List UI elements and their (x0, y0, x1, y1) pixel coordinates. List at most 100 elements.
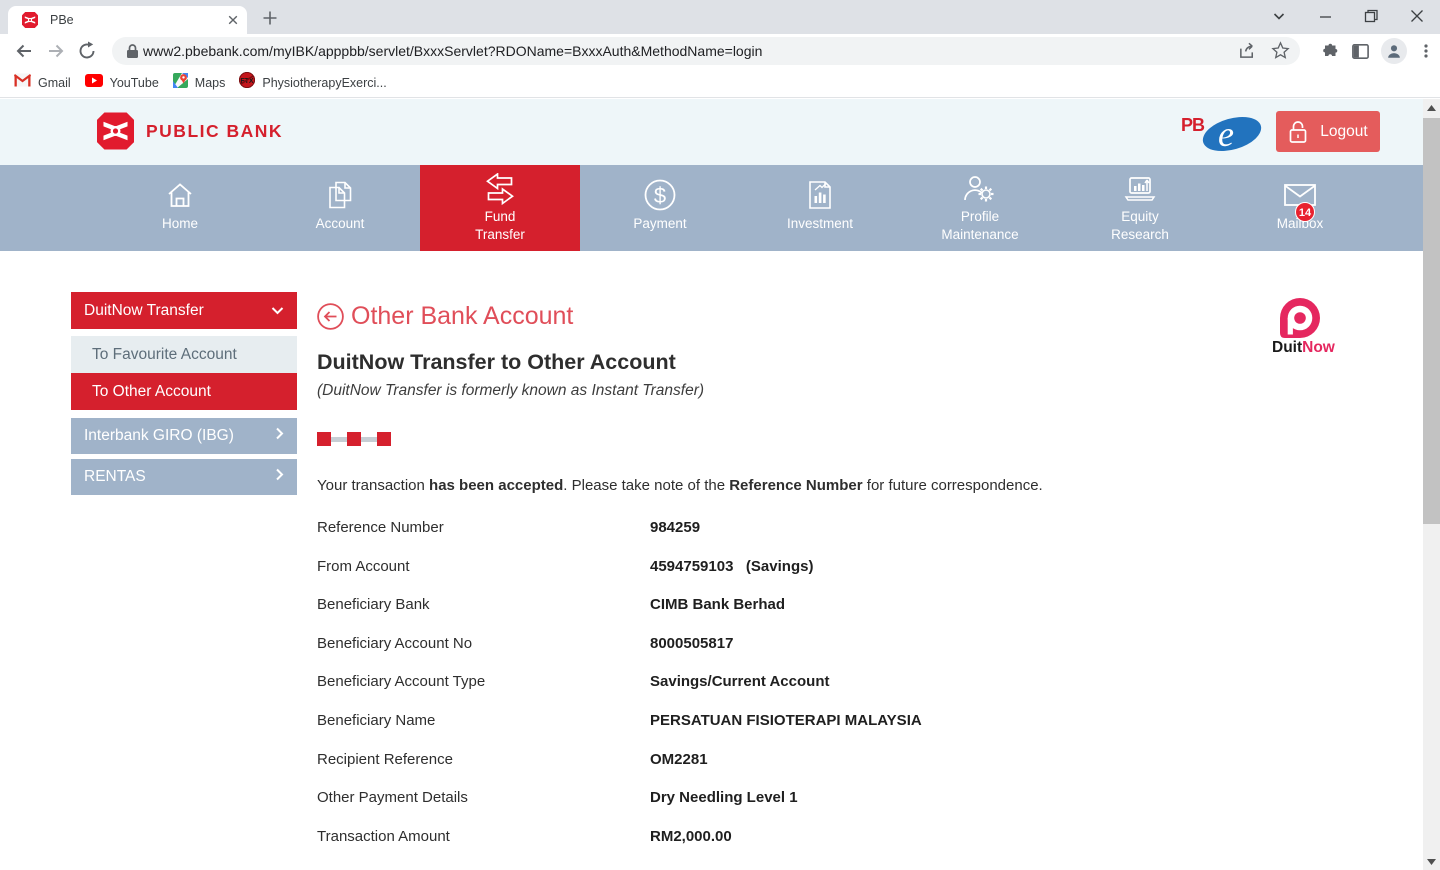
nav-item-fund-transfer[interactable]: FundTransfer (420, 165, 580, 251)
scrollbar-up-arrow[interactable] (1423, 99, 1440, 116)
status-message-segment: . Please take note of the (563, 477, 729, 494)
svg-text:$: $ (654, 183, 666, 208)
bookmark-star-icon[interactable] (1271, 41, 1290, 60)
detail-row-beneficiary-account-type: Beneficiary Account TypeSavings/Current … (317, 662, 1117, 701)
progress-step-1 (317, 432, 331, 446)
bookmark-item-physiotherapyexerci[interactable]: FTX PhysiotherapyExerci... (239, 72, 386, 93)
status-message-segment: Your transaction (317, 477, 429, 494)
maps-icon (173, 73, 188, 93)
nav-item-home[interactable]: Home (100, 165, 260, 251)
detail-value: CIMB Bank Berhad (650, 596, 785, 613)
main-navigation: Home Account FundTransfer $Payment Investmen… (0, 165, 1423, 251)
browser-tab[interactable]: PBe (8, 6, 247, 34)
window-restore-button[interactable] (1348, 0, 1394, 32)
sidebar-item-label: DuitNow Transfer (84, 302, 204, 320)
detail-row-beneficiary-name: Beneficiary NamePERSATUAN FISIOTERAPI MA… (317, 701, 1117, 740)
section-heading: DuitNow Transfer to Other Account (317, 350, 676, 375)
detail-label: Transaction Amount (317, 828, 450, 845)
progress-connector (361, 437, 377, 442)
share-icon[interactable] (1238, 41, 1257, 60)
url-text[interactable]: www2.pbebank.com/myIBK/apppbb/servlet/Bx… (143, 43, 762, 59)
nav-item-label: Investment (787, 215, 853, 233)
profile-avatar[interactable] (1381, 38, 1407, 64)
detail-label: From Account (317, 558, 410, 575)
pbe-logo: PB e (1181, 109, 1263, 153)
nav-item-mailbox[interactable]: Mailbox14 (1220, 165, 1380, 251)
nav-item-label: EquityResearch (1111, 208, 1169, 244)
sidebar-item-interbank-giro-ibg-[interactable]: Interbank GIRO (IBG) (71, 418, 297, 454)
mailbox-badge: 14 (1295, 202, 1315, 222)
lock-icon (1288, 120, 1308, 144)
reload-button[interactable] (73, 37, 101, 65)
window-close-button[interactable] (1394, 0, 1440, 32)
tab-close-icon[interactable] (225, 12, 241, 28)
scrollbar-down-arrow[interactable] (1423, 853, 1440, 870)
sidebar-item-to-favourite-account[interactable]: To Favourite Account (71, 336, 297, 373)
progress-steps (317, 432, 391, 446)
status-message-segment: Reference Number (729, 477, 862, 494)
detail-row-reference-number: Reference Number984259 (317, 508, 1117, 547)
public-bank-logo[interactable]: PUBLIC BANK (97, 111, 283, 151)
browser-toolbar: www2.pbebank.com/myIBK/apppbb/servlet/Bx… (0, 34, 1440, 68)
window-minimize-button[interactable] (1302, 0, 1348, 32)
payment-icon: $ (643, 178, 677, 212)
page-content: PUBLIC BANK PB e Logout Home Account FundT… (0, 99, 1423, 870)
nav-item-payment[interactable]: $Payment (580, 165, 740, 251)
detail-value: 4594759103 (Savings) (650, 558, 813, 575)
sidebar-item-duitnow-transfer[interactable]: DuitNow Transfer (71, 292, 297, 329)
tab-title: PBe (50, 13, 74, 27)
tab-search-chevron-icon[interactable] (1256, 0, 1302, 32)
page-title: Other Bank Account (317, 302, 573, 331)
status-message-segment: for future correspondence. (863, 477, 1043, 494)
back-button[interactable] (10, 37, 38, 65)
bookmark-item-youtube[interactable]: YouTube (85, 74, 159, 92)
equity-research-icon (1122, 173, 1158, 207)
pbe-favicon (22, 12, 38, 28)
page-scrollbar[interactable] (1423, 99, 1440, 870)
side-panel-icon[interactable] (1351, 42, 1370, 61)
scrollbar-thumb[interactable] (1423, 118, 1440, 524)
progress-connector (331, 437, 347, 442)
public-bank-wordmark: PUBLIC BANK (146, 121, 283, 142)
nav-item-account[interactable]: Account (260, 165, 420, 251)
nav-item-label: FundTransfer (475, 208, 525, 244)
progress-step-3 (377, 432, 391, 446)
detail-value: RM2,000.00 (650, 828, 732, 845)
detail-row-beneficiary-bank: Beneficiary BankCIMB Bank Berhad (317, 585, 1117, 624)
nav-item-equity-research[interactable]: EquityResearch (1060, 165, 1220, 251)
physiotherapy-icon: FTX (239, 72, 255, 93)
nav-item-profile-maintenance[interactable]: ProfileMaintenance (900, 165, 1060, 251)
detail-value: Dry Needling Level 1 (650, 789, 798, 806)
extensions-puzzle-icon[interactable] (1320, 41, 1340, 61)
https-lock-icon[interactable] (126, 44, 139, 59)
logout-button[interactable]: Logout (1276, 111, 1380, 152)
sidebar-item-label: RENTAS (84, 468, 146, 486)
svg-text:PB: PB (1181, 115, 1205, 135)
bookmark-label: Gmail (38, 76, 71, 90)
new-tab-button[interactable] (262, 10, 278, 26)
sidebar-item-to-other-account[interactable]: To Other Account (71, 373, 297, 410)
chevron-down-icon (271, 302, 284, 320)
detail-label: Beneficiary Name (317, 712, 435, 729)
address-bar[interactable]: www2.pbebank.com/myIBK/apppbb/servlet/Bx… (112, 37, 1300, 65)
nav-item-label: Account (316, 215, 365, 233)
browser-tab-bar: PBe (0, 0, 1440, 34)
bookmark-label: Maps (195, 76, 226, 90)
sidebar-item-rentas[interactable]: RENTAS (71, 459, 297, 495)
detail-row-other-payment-details: Other Payment DetailsDry Needling Level … (317, 778, 1117, 817)
nav-item-investment[interactable]: Investment (740, 165, 900, 251)
status-message: Your transaction has been accepted. Plea… (317, 477, 1043, 494)
forward-button[interactable] (42, 37, 70, 65)
menu-kebab-icon[interactable] (1418, 42, 1434, 60)
bookmark-item-gmail[interactable]: Gmail (14, 73, 71, 92)
chevron-right-icon (275, 468, 284, 486)
bookmark-item-maps[interactable]: Maps (173, 73, 226, 93)
gmail-icon (14, 73, 31, 92)
progress-step-2 (347, 432, 361, 446)
back-arrow-circle-icon[interactable] (317, 303, 344, 330)
detail-row-from-account: From Account 4594759103 (Savings) (317, 547, 1117, 586)
sidebar-item-label: To Favourite Account (92, 346, 237, 364)
youtube-icon (85, 74, 103, 92)
profile-maintenance-icon (962, 173, 998, 207)
bookmarks-bar: Gmail YouTube Maps FTX PhysiotherapyExer… (0, 68, 1440, 98)
